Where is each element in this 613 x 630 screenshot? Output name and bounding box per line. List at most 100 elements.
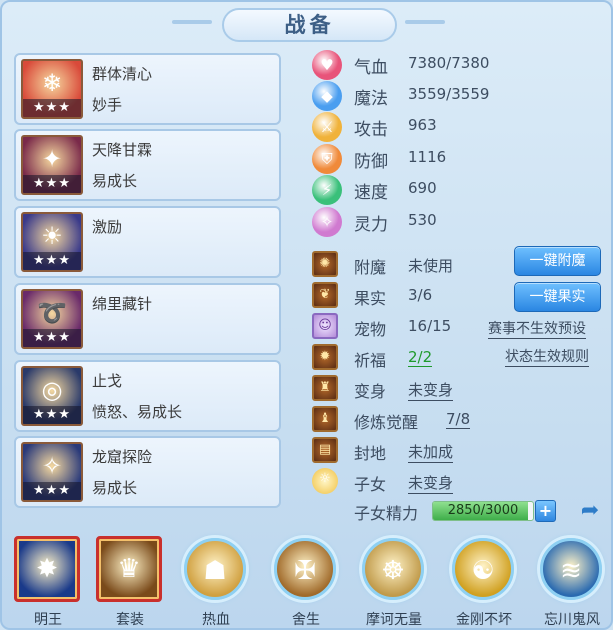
skill-card[interactable]: ☀ ★★★ 激励 (14, 206, 281, 278)
add-child-energy-button[interactable]: + (535, 500, 556, 522)
bottom-label-text: 热血 (202, 612, 230, 628)
skill-card[interactable]: ✦ ★★★ 天降甘霖易成长 (14, 129, 281, 201)
speed-icon: ⚡ (312, 175, 342, 205)
skill-stars: ★★★ (23, 482, 81, 500)
skill-subtitle: 易成长 (92, 479, 138, 497)
stat-label: 速度 (354, 183, 388, 203)
skill-card[interactable]: ➰ ★★★ 绵里藏针 (14, 283, 281, 355)
stat-label: 攻击 (354, 120, 388, 140)
spirit-icon: ✧ (312, 207, 342, 237)
bottom-glyph: ✠ (294, 556, 316, 586)
title-ornament-left (172, 20, 212, 24)
skill-name: 群体清心 (92, 65, 153, 83)
hot-blood-icon: ☗ (184, 538, 246, 600)
skill-stars: ★★★ (23, 252, 81, 270)
skill-stars: ★★★ (23, 99, 81, 117)
popsicle-icon: ❄ ★★★ (21, 59, 83, 119)
bottom-item-armor-set[interactable]: ♛ 套装 (94, 534, 166, 628)
attr-value[interactable]: 未变身 (408, 472, 454, 494)
attr-label: 封地 (354, 444, 387, 463)
bottom-glyph: ≋ (560, 556, 582, 586)
skill-name: 止戈 (92, 372, 123, 390)
stat-value: 963 (408, 116, 437, 134)
stat-label: 灵力 (354, 215, 388, 235)
vajra-icon: ☯ (452, 538, 514, 600)
child-energy-label: 子女精力 (354, 504, 419, 523)
bottom-item-sacrifice[interactable]: ✠ 舍生 (270, 534, 342, 628)
bottom-label: 舍生 (260, 609, 352, 628)
attr-row: ☼ 子女 未变身 (312, 468, 502, 496)
stat-row: ✧ 灵力 530 (312, 207, 532, 237)
attack-icon: ⚔ (312, 112, 342, 142)
blessing-icon: ✹ (312, 344, 338, 370)
one-click-enchant-button[interactable]: 一键附魔 (514, 246, 601, 276)
skill-card[interactable]: ✧ ★★★ 龙窟探险 易成长 (14, 436, 281, 508)
attr-row: ♝ 修炼觉醒 7/8 (312, 406, 502, 434)
attr-row: ☺ 宠物 16/15 (312, 313, 502, 341)
attr-row: ✺ 附魔 未使用 (312, 251, 502, 279)
attr-value: 未使用 (408, 257, 454, 275)
attr-label: 果实 (354, 289, 387, 308)
attr-value[interactable]: 未变身 (408, 379, 454, 401)
mingwang-icon: ✸ (14, 536, 80, 602)
enchant-icon: ✺ (312, 251, 338, 277)
stat-value: 1116 (408, 148, 447, 166)
stat-value: 3559/3559 (408, 85, 490, 103)
attr-row: ❦ 果实 3/6 (312, 282, 502, 310)
bottom-label-text: 明王 (34, 612, 62, 628)
attr-value[interactable]: 未加成 (408, 441, 454, 463)
bottom-label-text: 套装 (116, 612, 144, 628)
bottom-item-hot-blood[interactable]: ☗ 热血 (180, 534, 252, 628)
bottom-item-mahe[interactable]: ☸ 摩诃无量 (358, 534, 430, 628)
heart-icon: ♥ (312, 50, 342, 80)
bottom-glyph: ☗ (203, 556, 227, 586)
stat-label: 防御 (354, 152, 388, 172)
armor-set-icon: ♛ (96, 536, 162, 602)
skill-subtitle: 妙手 (92, 96, 123, 114)
transform-icon: ♜ (312, 375, 338, 401)
attr-value: 2/2 (408, 348, 433, 367)
battle-prep-panel: 战备 ❄ ★★★ 群体清心 妙手 ✦ ★★★ 天降甘霖 易成长 ☀ ★★★ 激励 ➰ ★★★ 绵里藏针 ◎ ★… (0, 0, 613, 630)
one-click-fruit-button[interactable]: 一键果实 (514, 282, 601, 312)
title-ornament-right (405, 20, 445, 24)
bottom-label: 忘川鬼风 (526, 609, 611, 628)
bottom-item-mingwang[interactable]: ✸ 明王 (12, 534, 84, 628)
panel-title: 战备 (222, 8, 397, 42)
skill-stars: ★★★ (23, 406, 81, 424)
child-energy-bar: 2850/3000 (432, 501, 534, 521)
mana-icon: ◆ (312, 81, 342, 111)
event-preset-link[interactable]: 赛事不生效预设 (488, 318, 586, 339)
bottom-label: 摩诃无量 (348, 609, 440, 628)
skill-subtitle: 易成长 (92, 172, 138, 190)
attr-label: 变身 (354, 382, 387, 401)
ghost-wind-icon: ≋ (540, 538, 602, 600)
skill-card[interactable]: ◎ ★★★ 止戈 愤怒、易成长 (14, 360, 281, 432)
skill-name: 激励 (92, 218, 123, 236)
stat-label: 魔法 (354, 89, 388, 109)
fief-icon: ▤ (312, 437, 338, 463)
mask-icon: ☀ ★★★ (21, 212, 83, 272)
bottom-item-ghost-wind[interactable]: ≋ 忘川鬼风 (536, 534, 608, 628)
attr-row: ♜ 变身 未变身 (312, 375, 502, 403)
skill-subtitle: 愤怒、易成长 (92, 403, 183, 421)
child-icon: ☼ (312, 468, 338, 494)
status-rules-link[interactable]: 状态生效规则 (505, 346, 589, 367)
bottom-label: 套装 (84, 609, 176, 628)
skill-card[interactable]: ❄ ★★★ 群体清心妙手 (14, 53, 281, 125)
skill-stars: ★★★ (23, 329, 81, 347)
stat-row: ⚡ 速度 690 (312, 175, 532, 205)
rain-crystal-icon: ✦ ★★★ (21, 135, 83, 195)
stat-row: ◆ 魔法 3559/3559 (312, 81, 532, 111)
bottom-glyph: ♛ (117, 554, 141, 584)
bottom-glyph: ☸ (381, 556, 405, 586)
share-icon[interactable]: ➦ (573, 496, 607, 526)
attr-label: 祈福 (354, 351, 387, 370)
attr-label: 附魔 (354, 258, 387, 277)
bottom-item-vajra[interactable]: ☯ 金刚不坏 (448, 534, 520, 628)
attr-value[interactable]: 7/8 (446, 410, 471, 429)
skill-name: 龙窟探险 (92, 448, 153, 466)
attr-value: 3/6 (408, 286, 433, 304)
bottom-label-text: 舍生 (292, 612, 320, 628)
skill-name: 天降甘霖 (92, 141, 153, 159)
stat-row: ♥ 气血 7380/7380 (312, 50, 532, 80)
